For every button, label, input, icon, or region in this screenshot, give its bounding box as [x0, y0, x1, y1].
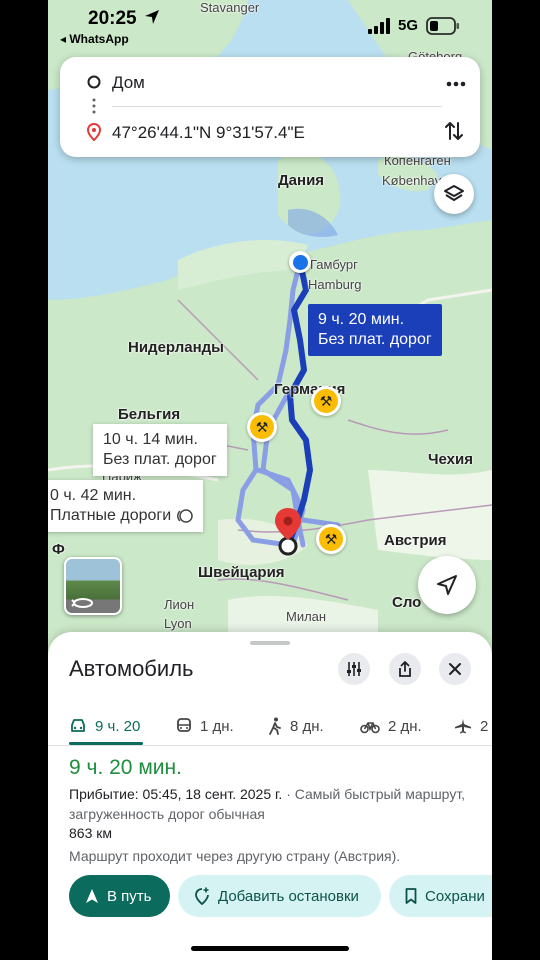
bike-icon	[360, 722, 380, 734]
route-details: Прибытие: 05:45, 18 сент. 2025 г. · Самы…	[69, 784, 469, 824]
map-label-switzerland: Швейцария	[198, 564, 285, 581]
layers-icon	[444, 185, 464, 201]
start-navigation-label: В путь	[107, 887, 152, 905]
primary-route-note: Без плат. дорог	[318, 331, 432, 348]
red-pin-icon	[275, 508, 301, 556]
maps-screen: Stavanger Göteborg Копенгаген København …	[48, 0, 492, 960]
alt-route-2-time: 0 ч. 42 мин.	[50, 487, 137, 504]
destination-row[interactable]: 47°26'44.1"N 9°31'57.4"E	[60, 113, 480, 153]
toll-icon	[177, 509, 193, 523]
alt-route-callout-1[interactable]: 10 ч. 14 мин. Без плат. дорог	[93, 424, 227, 476]
route-duration: 9 ч. 20 мин.	[69, 756, 182, 779]
swap-route-button[interactable]	[442, 119, 466, 143]
start-navigation-button[interactable]: В путь	[69, 875, 170, 917]
origin-circle-icon	[87, 75, 101, 89]
layers-button[interactable]	[434, 174, 474, 214]
map-label-netherlands: Нидерланды	[128, 339, 224, 356]
add-stops-label: Добавить остановки	[218, 887, 359, 905]
walk-icon	[269, 717, 281, 735]
roadwork-icon[interactable]: ⚒	[311, 386, 341, 416]
navigation-arrow-icon	[437, 575, 457, 595]
map-label-milan: Милан	[286, 609, 327, 624]
status-time: 20:25	[88, 8, 160, 30]
route-distance: 863 км	[69, 825, 112, 841]
map-label-slovenia: Сло	[392, 594, 422, 611]
tune-icon	[347, 662, 361, 676]
primary-route-callout[interactable]: 9 ч. 20 мин. Без плат. дорог	[308, 304, 442, 356]
home-indicator[interactable]	[191, 946, 349, 951]
roadwork-icon[interactable]: ⚒	[316, 524, 346, 554]
map-label-austria: Австрия	[384, 532, 447, 549]
map-label-hamburg-ru: Гамбург	[310, 257, 358, 272]
tab-car[interactable]: 9 ч. 20	[69, 710, 140, 742]
tab-transit-label: 1 дн.	[200, 717, 234, 735]
tab-bike-label: 2 дн.	[388, 717, 422, 735]
tab-transit[interactable]: 1 дн.	[176, 710, 234, 742]
arrival-time: Прибытие: 05:45, 18 сент. 2025 г.	[69, 786, 283, 802]
destination-pin-icon	[87, 123, 101, 141]
alt-route-2-note: Платные дороги	[50, 507, 172, 524]
more-options-button[interactable]	[446, 71, 466, 91]
battery-icon	[426, 17, 459, 35]
share-button[interactable]	[389, 653, 421, 685]
car-icon	[71, 719, 85, 732]
map-label-lyon: Lyon	[164, 616, 192, 631]
more-horizontal-icon	[446, 81, 466, 87]
alt-route-callout-2[interactable]: 0 ч. 42 мин. Платные дороги	[48, 480, 204, 532]
my-location-button[interactable]	[418, 556, 476, 614]
tab-car-label: 9 ч. 20	[95, 717, 141, 735]
bookmark-icon	[405, 888, 417, 904]
status-bar: 20:25 ◂ WhatsApp 5G	[48, 0, 492, 50]
map-label-lyon-ru: Лион	[164, 597, 195, 612]
alt-route-1-time: 10 ч. 14 мин.	[103, 431, 198, 448]
route-card: Дом 47°26'44.1"N 9°31'57.4"E	[60, 57, 480, 157]
navigation-icon	[86, 889, 98, 903]
street-view-rotate-icon	[71, 598, 93, 608]
street-view-thumbnail[interactable]	[64, 557, 122, 615]
back-to-app-link[interactable]: ◂ WhatsApp	[60, 32, 129, 46]
tab-bike[interactable]: 2 дн.	[360, 710, 422, 742]
destination-field[interactable]: 47°26'44.1"N 9°31'57.4"E	[112, 123, 305, 143]
share-icon	[399, 661, 411, 677]
tab-walk-label: 8 дн.	[290, 717, 324, 735]
location-arrow-icon	[144, 10, 159, 24]
map-label-france: Ф	[52, 541, 65, 558]
tab-flight[interactable]: 2	[454, 710, 488, 742]
add-location-icon	[195, 887, 209, 905]
alt-route-1-note: Без плат. дорог	[103, 451, 217, 468]
signal-icon	[368, 18, 390, 34]
add-stops-button[interactable]: Добавить остановки	[178, 875, 381, 917]
directions-sheet: Автомобиль 9 ч. 20 1 дн. 8 дн. 2 дн. 2 9…	[48, 632, 492, 960]
sheet-title: Автомобиль	[69, 656, 194, 681]
map-label-czechia: Чехия	[428, 451, 473, 468]
network-type: 5G	[398, 17, 419, 34]
travel-mode-tabs: 9 ч. 20 1 дн. 8 дн. 2 дн. 2	[48, 702, 492, 746]
destination-marker[interactable]	[274, 508, 302, 556]
sheet-drag-handle[interactable]	[250, 641, 290, 645]
map-label-belgium: Бельгия	[118, 406, 181, 423]
route-border-note: Маршрут проходит через другую страну (Ав…	[69, 848, 401, 864]
close-button[interactable]	[439, 653, 471, 685]
map-label-denmark: Дания	[278, 172, 325, 189]
route-dots-icon	[92, 98, 96, 114]
save-route-button[interactable]: Сохрани	[389, 875, 492, 917]
primary-route-time: 9 ч. 20 мин.	[318, 311, 405, 328]
train-icon	[177, 718, 191, 732]
swap-vertical-icon	[445, 122, 463, 140]
origin-row[interactable]: Дом	[60, 62, 480, 102]
route-options-button[interactable]	[338, 653, 370, 685]
close-icon	[449, 663, 461, 675]
location-dot-icon	[292, 254, 308, 270]
tab-walk[interactable]: 8 дн.	[268, 710, 324, 742]
active-tab-indicator	[69, 742, 143, 745]
origin-field[interactable]: Дом	[112, 73, 145, 93]
plane-icon	[455, 719, 471, 734]
save-route-label: Сохрани	[425, 887, 485, 905]
route-divider	[112, 106, 442, 107]
map-label-hamburg: Hamburg	[308, 277, 362, 292]
roadwork-icon[interactable]: ⚒	[247, 412, 277, 442]
origin-marker[interactable]	[289, 251, 311, 273]
tab-flight-label: 2	[480, 717, 489, 735]
